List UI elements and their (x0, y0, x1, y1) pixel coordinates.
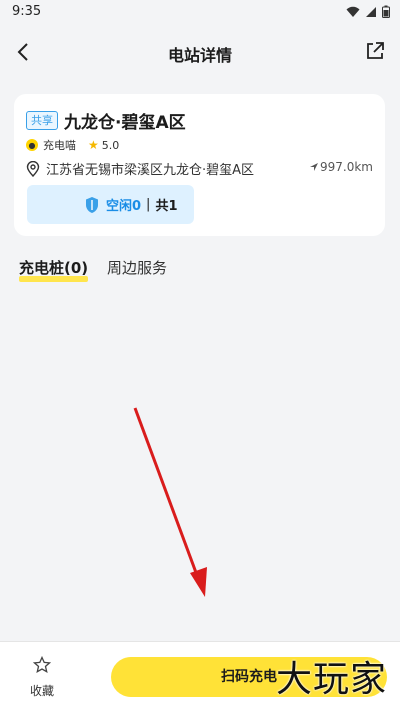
distance-value: 997.0km (320, 160, 373, 174)
favorite-button[interactable]: 收藏 (22, 655, 62, 702)
operator-name: 充电喵 (43, 139, 76, 152)
tab-charging-piles-label: 充电桩(0) (19, 259, 89, 277)
favorite-label: 收藏 (29, 684, 54, 698)
free-count: 空闲0 (106, 199, 142, 214)
status-time: 9:35 (12, 4, 42, 19)
navigation-arrow-icon (310, 163, 318, 171)
tab-charging-piles[interactable]: 充电桩(0) (19, 257, 89, 282)
address-row[interactable]: 江苏省无锡市梁溪区九龙仓·碧玺A区 (26, 159, 254, 178)
status-bar: 9:35 (0, 0, 400, 26)
rating: ★ 5.0 (88, 138, 119, 152)
star-icon: ★ (88, 138, 99, 152)
total-count: 共1 (155, 199, 178, 214)
location-pin-icon (26, 160, 40, 177)
distance[interactable]: 997.0km (310, 160, 373, 174)
tab-nearby-services[interactable]: 周边服务 (107, 257, 167, 278)
star-outline-icon (32, 655, 52, 674)
share-icon (367, 42, 384, 59)
battery-icon (382, 5, 390, 18)
rating-value: 5.0 (101, 138, 120, 152)
operator-logo-icon: ● (26, 139, 38, 151)
signal-icon (366, 6, 376, 17)
operator-row: ● 充电喵 ★ 5.0 (26, 137, 119, 153)
watermark: 大玩家 (276, 659, 388, 700)
availability-summary: 空闲0 | 共1 (27, 185, 194, 224)
page-title: 电站详情 (167, 46, 232, 65)
station-name: 九龙仓·碧玺A区 (64, 113, 186, 133)
shared-tag: 共享 (26, 111, 58, 130)
station-address: 江苏省无锡市梁溪区九龙仓·碧玺A区 (46, 163, 255, 178)
shield-icon (86, 196, 98, 213)
status-icons (346, 5, 390, 18)
station-info-card: 共享 九龙仓·碧玺A区 ● 充电喵 ★ 5.0 江苏省无锡市梁溪区九龙仓·碧玺A… (14, 94, 385, 236)
top-nav-bar: 电站详情 (0, 26, 400, 78)
share-button[interactable] (364, 40, 386, 62)
availability-divider: | (146, 197, 151, 212)
wifi-icon (346, 6, 360, 17)
